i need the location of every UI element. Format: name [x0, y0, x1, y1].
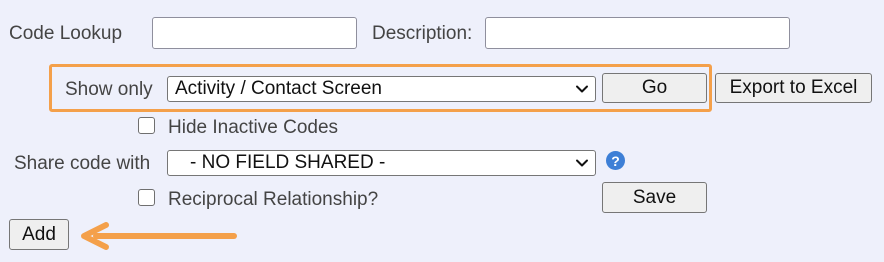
share-code-selected-value: - NO FIELD SHARED - — [190, 152, 386, 173]
description-label: Description: — [372, 23, 473, 44]
help-icon[interactable]: ? — [606, 151, 625, 170]
add-button[interactable]: Add — [9, 219, 69, 250]
reciprocal-checkbox[interactable] — [138, 189, 155, 206]
hide-inactive-label: Hide Inactive Codes — [168, 117, 339, 138]
export-to-excel-button[interactable]: Export to Excel — [715, 73, 872, 103]
chevron-down-icon — [576, 85, 588, 93]
show-only-selected-value: Activity / Contact Screen — [175, 78, 382, 99]
code-lookup-input[interactable] — [152, 17, 357, 49]
share-code-label: Share code with — [14, 153, 151, 174]
description-input[interactable] — [485, 17, 790, 49]
show-only-select[interactable]: Activity / Contact Screen — [167, 76, 596, 102]
annotation-arrow-icon — [81, 222, 237, 250]
go-button[interactable]: Go — [602, 73, 707, 103]
chevron-down-icon — [576, 159, 588, 167]
code-lookup-label: Code Lookup — [9, 23, 123, 44]
save-button[interactable]: Save — [602, 182, 707, 213]
hide-inactive-checkbox[interactable] — [138, 117, 155, 134]
reciprocal-label: Reciprocal Relationship? — [168, 189, 379, 210]
show-only-label: Show only — [65, 79, 153, 100]
share-code-select[interactable]: - NO FIELD SHARED - — [167, 150, 596, 176]
